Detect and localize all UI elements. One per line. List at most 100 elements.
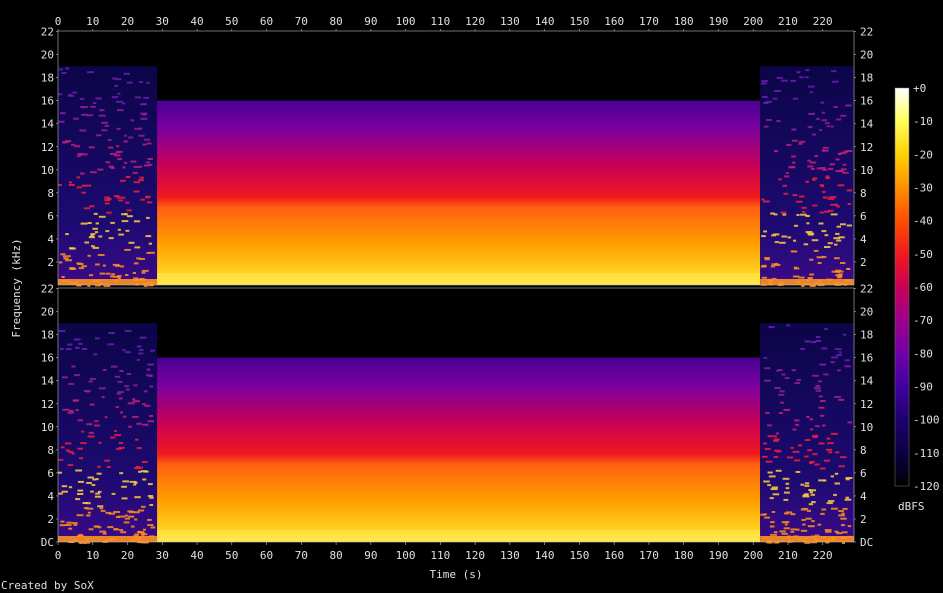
harmonic-mark	[139, 349, 144, 351]
harmonic-mark	[792, 97, 799, 100]
harmonic-mark	[781, 373, 786, 376]
harmonic-mark	[830, 432, 838, 435]
colorbar-tick-label: -90	[913, 381, 933, 394]
harmonic-mark	[838, 465, 845, 468]
harmonic-mark	[786, 456, 794, 459]
harmonic-mark	[111, 96, 119, 99]
harmonic-mark	[98, 235, 103, 238]
harmonic-mark	[68, 184, 75, 186]
harmonic-mark	[767, 484, 771, 487]
colorbar-tick-label: -120	[913, 480, 940, 493]
harmonic-mark	[783, 527, 790, 530]
harmonic-mark	[96, 472, 102, 475]
harmonic-mark	[142, 528, 146, 531]
harmonic-mark	[77, 489, 84, 492]
harmonic-mark	[81, 348, 88, 350]
harmonic-mark	[785, 171, 789, 174]
harmonic-mark	[121, 220, 129, 223]
harmonic-mark	[834, 348, 842, 351]
harmonic-mark	[786, 143, 792, 146]
harmonic-mark	[836, 225, 841, 228]
harmonic-mark	[65, 348, 72, 351]
x-tick-label-bottom: 30	[156, 549, 169, 562]
harmonic-mark	[134, 262, 139, 265]
harmonic-mark	[81, 106, 89, 109]
harmonic-mark	[830, 361, 835, 364]
harmonic-mark	[799, 140, 805, 143]
harmonic-mark	[107, 526, 114, 529]
harmonic-mark	[125, 274, 129, 276]
harmonic-mark	[800, 508, 807, 511]
harmonic-mark	[774, 387, 781, 389]
harmonic-mark	[811, 520, 815, 523]
x-tick-label-top: 160	[604, 15, 624, 28]
harmonic-mark	[780, 401, 784, 404]
harmonic-mark	[75, 409, 79, 412]
harmonic-mark	[68, 383, 74, 385]
harmonic-mark	[815, 389, 822, 392]
harmonic-mark	[761, 80, 768, 83]
harmonic-mark	[108, 512, 116, 515]
x-tick-label-bottom: 170	[639, 549, 659, 562]
harmonic-mark	[836, 239, 842, 242]
harmonic-mark	[136, 257, 141, 260]
harmonic-mark	[106, 465, 111, 468]
harmonic-mark	[765, 412, 770, 414]
harmonic-mark	[763, 442, 768, 445]
harmonic-mark	[79, 172, 85, 175]
harmonic-mark	[119, 370, 124, 372]
harmonic-mark	[123, 134, 127, 137]
x-tick-label-bottom: 150	[569, 549, 589, 562]
y-tick-label-right: 10	[860, 164, 873, 177]
x-tick-label-top: 0	[55, 15, 62, 28]
colorbar-tick-label: -110	[913, 447, 940, 460]
harmonic-mark	[783, 192, 789, 195]
harmonic-mark	[801, 206, 807, 209]
harmonic-mark	[65, 233, 69, 236]
harmonic-mark	[822, 149, 829, 152]
harmonic-mark	[79, 129, 87, 132]
harmonic-mark	[149, 415, 153, 417]
spectrogram-panels	[58, 66, 854, 544]
harmonic-mark	[843, 333, 847, 336]
harmonic-mark	[149, 496, 154, 499]
harmonic-mark	[824, 234, 829, 237]
harmonic-mark	[779, 241, 786, 244]
harmonic-mark	[118, 199, 124, 202]
colorbar-ticks: +0 -10 -20 -30 -40 -50 -60 -70 -80 -90 -100 -110 -12…	[913, 82, 940, 493]
harmonic-mark	[763, 200, 770, 203]
harmonic-mark	[119, 472, 124, 475]
harmonic-mark	[794, 459, 801, 462]
harmonic-mark	[840, 223, 846, 226]
y-tick-label-left: 8	[47, 444, 54, 457]
harmonic-mark	[817, 262, 822, 264]
colorbar-tick-label: -40	[913, 215, 933, 228]
harmonic-mark	[118, 442, 123, 445]
harmonic-mark	[771, 511, 776, 513]
harmonic-mark	[772, 493, 780, 496]
harmonic-mark	[816, 117, 820, 120]
harmonic-mark	[791, 369, 796, 372]
harmonic-mark	[828, 451, 833, 454]
x-tick-label-top: 80	[329, 15, 342, 28]
harmonic-mark	[77, 480, 84, 483]
harmonic-mark	[834, 243, 838, 246]
harmonic-mark	[798, 276, 805, 279]
harmonic-mark	[790, 446, 794, 449]
harmonic-mark	[840, 517, 847, 520]
y-tick-label-left: 6	[47, 210, 54, 223]
harmonic-mark	[138, 127, 143, 130]
harmonic-mark	[765, 460, 773, 463]
harmonic-mark	[113, 430, 117, 432]
harmonic-mark	[128, 241, 135, 244]
harmonic-mark	[834, 257, 840, 260]
harmonic-mark	[119, 529, 123, 532]
harmonic-mark	[817, 380, 822, 383]
harmonic-mark	[107, 343, 114, 346]
low-frequency-band	[58, 279, 158, 285]
harmonic-mark	[148, 163, 153, 166]
harmonic-mark	[66, 255, 71, 258]
x-tick-label-top: 70	[295, 15, 308, 28]
harmonic-mark	[79, 97, 85, 100]
harmonic-mark	[772, 97, 778, 100]
